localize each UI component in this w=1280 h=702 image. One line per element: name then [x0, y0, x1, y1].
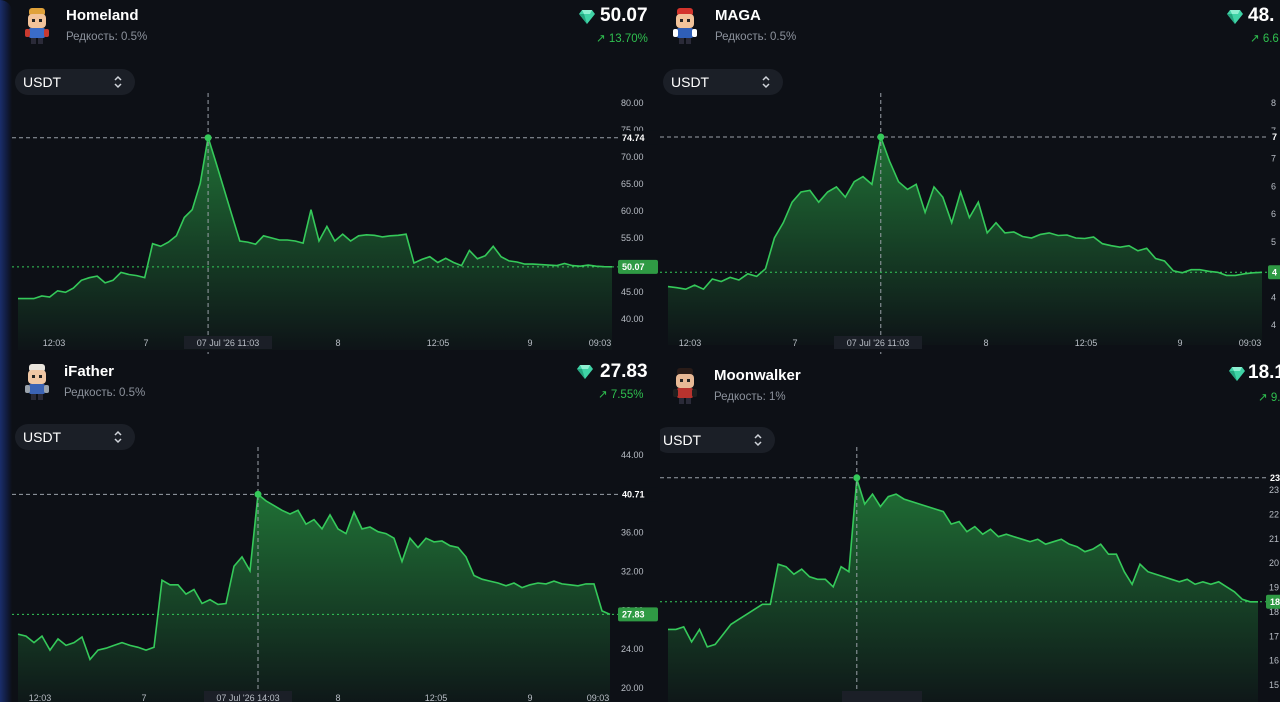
x-axis-tick-label: 8: [335, 338, 340, 348]
y-axis-tick-label: 21: [1269, 534, 1279, 544]
x-axis-tick-label: 12:05: [425, 693, 448, 702]
x-axis-tick-label: 12:03: [43, 338, 66, 348]
peak-point: [204, 134, 212, 142]
x-axis-tick-label: 8: [335, 693, 340, 702]
y-axis-tick-label: 5: [1271, 237, 1276, 247]
y-axis-tick-label: 55.00: [621, 233, 644, 243]
price-area: [18, 137, 612, 350]
price-area: [668, 137, 1262, 345]
y-axis-tick-label: 44.00: [621, 450, 644, 460]
price-chart[interactable]: 8776655447412:03707 Jul '26 11:03812:059…: [660, 0, 1280, 354]
y-axis-tick-label: 4: [1271, 320, 1276, 330]
y-axis-tick-label: 19: [1269, 583, 1279, 593]
peak-price-tag-label: 74.74: [622, 133, 645, 143]
x-axis-tick-label: 12:03: [29, 693, 52, 702]
x-axis-tick-label: 09:03: [1239, 338, 1262, 348]
peak-point: [254, 490, 262, 498]
y-axis-tick-label: 4: [1271, 292, 1276, 302]
y-axis-tick-label: 22: [1269, 509, 1279, 519]
y-axis-tick-label: 15: [1269, 680, 1279, 690]
x-axis-tick-label: 8: [983, 338, 988, 348]
peak-price-tag-label: 7: [1272, 132, 1277, 142]
y-axis-tick-label: 40.00: [621, 314, 644, 324]
price-area: [668, 479, 1258, 702]
window-frame-edge: [0, 0, 12, 702]
y-axis-tick-label: 70.00: [621, 152, 644, 162]
y-axis-tick-label: 23: [1269, 485, 1279, 495]
crosshair-time-tag: [842, 691, 922, 702]
y-axis-tick-label: 17: [1269, 631, 1279, 641]
y-axis-tick-label: 60.00: [621, 206, 644, 216]
x-axis-tick-label: 9: [527, 693, 532, 702]
current-price-tag-label: 4: [1272, 267, 1277, 277]
price-area: [18, 494, 610, 702]
price-chart[interactable]: 80.0075.0070.0065.0060.0055.0050.0045.00…: [12, 0, 660, 354]
y-axis-tick-label: 7: [1271, 154, 1276, 164]
y-axis-tick-label: 80.00: [621, 98, 644, 108]
nft-card-ifather[interactable]: iFather Редкость: 0.5% 27.83 ↗ 7.55% USDT 44.…: [12, 354, 660, 702]
y-axis-tick-label: 8: [1271, 98, 1276, 108]
current-price-tag-label: 27.83: [622, 609, 645, 619]
x-axis-tick-label: 12:05: [1075, 338, 1098, 348]
x-axis-tick-label: 7: [143, 338, 148, 348]
x-axis-tick-label: 09:03: [587, 693, 610, 702]
y-axis-tick-label: 20: [1269, 558, 1279, 568]
current-price-tag-label: 50.07: [622, 262, 645, 272]
y-axis-tick-label: 45.00: [621, 287, 644, 297]
x-axis-tick-label: 9: [527, 338, 532, 348]
current-price-tag-label: 18: [1270, 597, 1280, 607]
price-chart[interactable]: 2322212019181716152318: [660, 354, 1280, 702]
peak-point: [853, 474, 861, 482]
x-axis-tick-label: 12:03: [679, 338, 702, 348]
x-axis-tick-label: 7: [792, 338, 797, 348]
y-axis-tick-label: 32.00: [621, 567, 644, 577]
x-axis-tick-label: 09:03: [589, 338, 612, 348]
peak-point: [877, 133, 885, 141]
y-axis-tick-label: 6: [1271, 181, 1276, 191]
y-axis-tick-label: 36.00: [621, 528, 644, 538]
peak-price-tag-label: 40.71: [622, 489, 645, 499]
x-axis-tick-label: 12:05: [427, 338, 450, 348]
x-axis-tick-label: 07 Jul '26 11:03: [847, 338, 910, 348]
x-axis-tick-label: 9: [1177, 338, 1182, 348]
nft-card-moonwalker[interactable]: MoonwalkerРедкость: 1%18.1↗ 9.9USDT23222…: [660, 354, 1280, 702]
x-axis-tick-label: 7: [141, 693, 146, 702]
y-axis-tick-label: 16: [1269, 656, 1279, 666]
x-axis-tick-label: 07 Jul '26 14:03: [216, 693, 279, 702]
x-axis-tick-label: 07 Jul '26 11:03: [197, 338, 260, 348]
y-axis-tick-label: 65.00: [621, 179, 644, 189]
peak-price-tag-label: 23: [1270, 473, 1280, 483]
price-chart[interactable]: 44.0040.0036.0032.0028.0024.0020.0040.71…: [12, 354, 660, 702]
nft-card-homeland[interactable]: Homeland Редкость: 0.5% 50.07 ↗ 13.70% USDT 8…: [12, 0, 660, 354]
y-axis-tick-label: 6: [1271, 209, 1276, 219]
y-axis-tick-label: 20.00: [621, 683, 644, 693]
y-axis-tick-label: 24.00: [621, 644, 644, 654]
nft-card-maga[interactable]: MAGAРедкость: 0.5%48.↗ 6.6USDT8776655447…: [660, 0, 1280, 354]
